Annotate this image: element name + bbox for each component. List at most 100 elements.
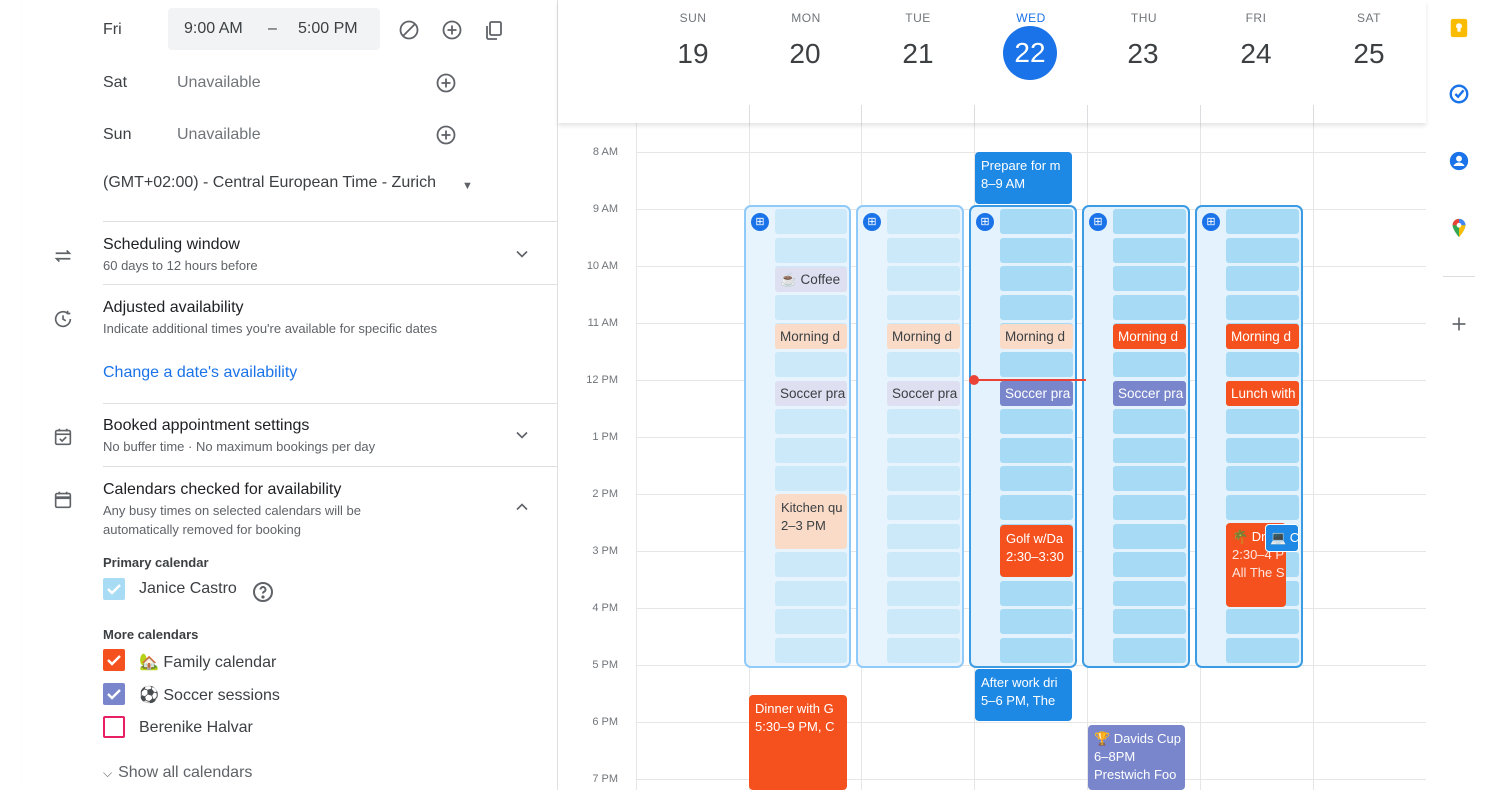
appointment-slot[interactable] <box>887 609 960 634</box>
event-morning-thu[interactable]: Morning d <box>1113 324 1186 349</box>
add-circle-icon[interactable] <box>440 18 464 42</box>
event-after-work[interactable]: After work dri 5–6 PM, The <box>975 669 1072 721</box>
event-morning-mon[interactable]: Morning d <box>775 324 847 349</box>
appointment-slot[interactable] <box>775 295 847 320</box>
contacts-icon[interactable] <box>1448 150 1470 172</box>
help-icon[interactable] <box>251 580 273 602</box>
event-dinner[interactable]: Dinner with G 5:30–9 PM, C <box>749 695 847 790</box>
start-time[interactable]: 9:00 AM <box>184 20 243 38</box>
appointment-slot[interactable] <box>1000 466 1073 491</box>
event-lunch-fri[interactable]: Lunch with <box>1226 381 1299 406</box>
appointment-slot[interactable] <box>1226 352 1299 377</box>
date-24[interactable]: 24 <box>1228 34 1284 74</box>
appointment-slot[interactable] <box>887 495 960 520</box>
appointment-slot[interactable] <box>1226 295 1299 320</box>
maps-icon[interactable] <box>1448 217 1470 239</box>
appointment-slot[interactable] <box>1113 466 1186 491</box>
appointment-slot[interactable] <box>1113 352 1186 377</box>
appointment-slot[interactable] <box>1000 609 1073 634</box>
appointment-slot[interactable] <box>775 609 847 634</box>
chevron-down-icon[interactable] <box>512 244 532 264</box>
date-20[interactable]: 20 <box>777 34 833 74</box>
appointment-slot[interactable] <box>1113 409 1186 434</box>
berenike-calendar-checkbox[interactable] <box>103 716 125 738</box>
appointment-slot[interactable] <box>1000 409 1073 434</box>
appointment-slot[interactable] <box>1000 266 1073 291</box>
appointment-slot[interactable] <box>1113 209 1186 234</box>
event-soccer-thu[interactable]: Soccer pra <box>1113 381 1186 406</box>
appointment-slot[interactable] <box>887 409 960 434</box>
event-prepare[interactable]: Prepare for m 8–9 AM <box>975 152 1072 204</box>
appointment-slot[interactable] <box>1226 209 1299 234</box>
appointment-slot[interactable] <box>1000 209 1073 234</box>
appointment-slot[interactable] <box>1226 495 1299 520</box>
event-golf[interactable]: Golf w/Da 2:30–3:30 <box>1000 525 1073 577</box>
appointment-slot[interactable] <box>1226 238 1299 263</box>
appointment-slot[interactable] <box>1000 438 1073 463</box>
block-icon[interactable] <box>397 18 421 42</box>
appointment-slot[interactable] <box>887 552 960 577</box>
appointment-slot[interactable] <box>887 638 960 663</box>
appointment-slot[interactable] <box>775 409 847 434</box>
event-morning-wed[interactable]: Morning d <box>1000 324 1073 349</box>
event-soccer-tue[interactable]: Soccer pra <box>887 381 960 406</box>
appointment-slot[interactable] <box>1113 638 1186 663</box>
event-coffee[interactable]: ☕ Coffee <box>775 267 847 292</box>
booked-settings-title[interactable]: Booked appointment settings <box>103 417 309 435</box>
appointment-slot[interactable] <box>775 638 847 663</box>
caret-down-icon[interactable]: ▼ <box>462 180 473 192</box>
chevron-down-icon[interactable] <box>512 425 532 445</box>
appointment-slot[interactable] <box>887 524 960 549</box>
appointment-slot[interactable] <box>1113 495 1186 520</box>
keep-icon[interactable] <box>1448 17 1470 39</box>
date-25[interactable]: 25 <box>1341 34 1397 74</box>
appointment-slot[interactable] <box>775 352 847 377</box>
appointment-slot[interactable] <box>1113 552 1186 577</box>
appointment-slot[interactable] <box>887 352 960 377</box>
tasks-icon[interactable] <box>1448 83 1470 105</box>
event-morning-tue[interactable]: Morning d <box>887 324 960 349</box>
appointment-slot[interactable] <box>887 238 960 263</box>
time-range-fri[interactable]: 9:00 AM – 5:00 PM <box>168 8 380 50</box>
event-soccer-wed[interactable]: Soccer pra <box>1000 381 1073 406</box>
appointment-slot[interactable] <box>1226 609 1299 634</box>
appointment-slot[interactable] <box>1000 295 1073 320</box>
event-davids-cup[interactable]: 🏆 Davids Cup 6–8PM Prestwich Foo <box>1088 725 1185 790</box>
appointment-slot[interactable] <box>1000 581 1073 606</box>
appointment-slot[interactable] <box>1226 409 1299 434</box>
appointment-slot[interactable] <box>775 552 847 577</box>
time-grid[interactable]: 8 AM 9 AM 10 AM 11 AM 12 PM 1 PM 2 PM 3 … <box>558 123 1426 790</box>
appointment-slot[interactable] <box>887 438 960 463</box>
event-soccer-mon[interactable]: Soccer pra <box>775 381 847 406</box>
date-19[interactable]: 19 <box>665 34 721 74</box>
appointment-slot[interactable] <box>775 438 847 463</box>
appointment-slot[interactable] <box>1226 266 1299 291</box>
end-time[interactable]: 5:00 PM <box>298 20 358 38</box>
appointment-slot[interactable] <box>1113 524 1186 549</box>
primary-calendar-checkbox[interactable] <box>103 578 125 600</box>
scheduling-window-title[interactable]: Scheduling window <box>103 236 240 254</box>
event-chip-fri[interactable]: 💻 C <box>1265 524 1299 552</box>
appointment-slot[interactable] <box>1113 438 1186 463</box>
appointment-slot[interactable] <box>1000 352 1073 377</box>
chevron-up-icon[interactable] <box>512 497 532 517</box>
appointment-slot[interactable] <box>1000 238 1073 263</box>
appointment-slot[interactable] <box>887 581 960 606</box>
copy-icon[interactable] <box>482 18 506 42</box>
appointment-slot[interactable] <box>1113 238 1186 263</box>
appointment-slot[interactable] <box>1226 638 1299 663</box>
add-circle-icon[interactable] <box>434 123 458 147</box>
timezone-select[interactable]: (GMT+02:00) - Central European Time - Zu… <box>103 174 436 192</box>
appointment-slot[interactable] <box>1113 609 1186 634</box>
appointment-slot[interactable] <box>887 466 960 491</box>
appointment-slot[interactable] <box>1000 638 1073 663</box>
appointment-slot[interactable] <box>887 209 960 234</box>
appointment-slot[interactable] <box>1113 581 1186 606</box>
date-22-today[interactable]: 22 <box>1003 26 1057 80</box>
date-23[interactable]: 23 <box>1115 34 1171 74</box>
calendars-checked-title[interactable]: Calendars checked for availability <box>103 481 341 499</box>
appointment-slot[interactable] <box>775 581 847 606</box>
event-kitchen[interactable]: Kitchen qu 2–3 PM <box>775 494 847 549</box>
appointment-slot[interactable] <box>1226 466 1299 491</box>
appointment-slot[interactable] <box>1226 438 1299 463</box>
